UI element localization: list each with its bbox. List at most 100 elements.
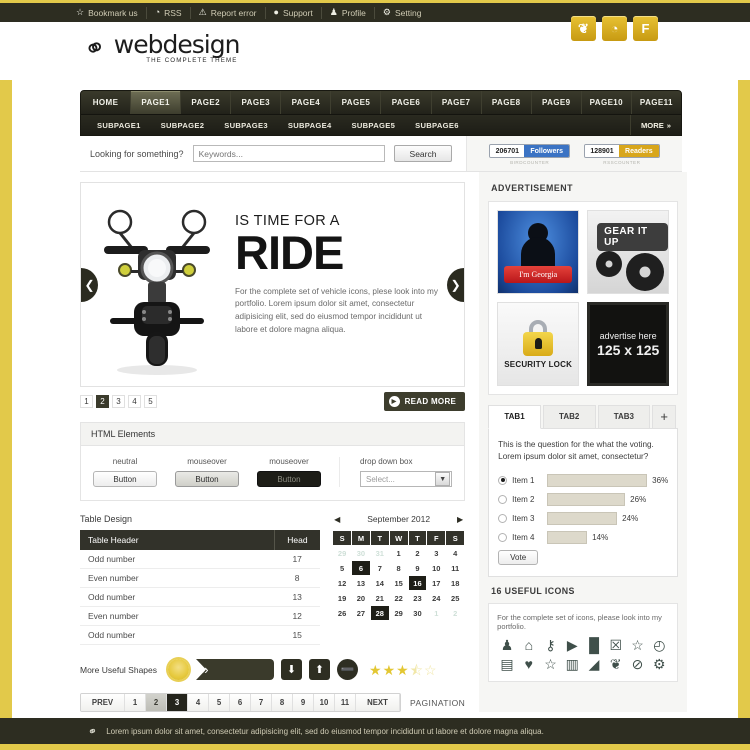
nav-subitem-subpage2[interactable]: SUBPAGE2	[151, 121, 215, 130]
user-icon[interactable]: ♟	[497, 638, 517, 652]
tag-icon[interactable]: ◢	[584, 657, 604, 671]
nav-subitem-subpage6[interactable]: SUBPAGE6	[405, 121, 469, 130]
calendar-day-17[interactable]: 17	[427, 576, 445, 590]
ui-button-dark[interactable]: Button	[257, 471, 321, 487]
ui-button-hover[interactable]: Button	[175, 471, 239, 487]
read-more-button[interactable]: ▶ READ MORE	[383, 392, 466, 411]
nav-item-page10[interactable]: PAGE10	[582, 91, 632, 114]
pagination-page-8[interactable]: 8	[272, 694, 293, 711]
calendar-day-6[interactable]: 6	[352, 561, 370, 575]
block-icon[interactable]: ⊘	[628, 657, 648, 671]
topbar-link-3[interactable]: ● Support	[266, 6, 322, 19]
tab-tab1[interactable]: TAB1	[488, 405, 541, 429]
pagination-page-5[interactable]: 5	[209, 694, 230, 711]
calendar-day-18[interactable]: 18	[446, 576, 464, 590]
slider-dot-3[interactable]: 3	[112, 395, 125, 408]
calendar-day-1[interactable]: 1	[427, 606, 445, 620]
calendar-day-19[interactable]: 19	[333, 591, 351, 605]
calendar-day-3[interactable]: 3	[427, 546, 445, 560]
slider-dot-1[interactable]: 1	[80, 395, 93, 408]
nav-subitem-subpage3[interactable]: SUBPAGE3	[214, 121, 278, 130]
gear-ad[interactable]: GEAR IT UP	[587, 210, 670, 294]
poll-radio-2[interactable]	[498, 494, 508, 504]
calendar-day-25[interactable]: 25	[446, 591, 464, 605]
search-input[interactable]	[192, 145, 385, 162]
calendar-next-button[interactable]: ▶	[457, 515, 463, 524]
facebook-icon[interactable]: F	[633, 16, 658, 41]
slider-dot-4[interactable]: 4	[128, 395, 141, 408]
security-lock-ad[interactable]: SECURITY LOCK	[497, 302, 580, 386]
calendar-day-30[interactable]: 30	[352, 546, 370, 560]
calendar-day-29[interactable]: 29	[333, 546, 351, 560]
calendar-day-27[interactable]: 27	[352, 606, 370, 620]
nav-subitem-subpage4[interactable]: SUBPAGE4	[278, 121, 342, 130]
slider-dot-2[interactable]: 2	[96, 395, 109, 408]
calendar-day-20[interactable]: 20	[352, 591, 370, 605]
calendar-day-21[interactable]: 21	[371, 591, 389, 605]
calendar-day-5[interactable]: 5	[333, 561, 351, 575]
calendar-day-31[interactable]: 31	[371, 546, 389, 560]
topbar-link-2[interactable]: ⚠ Report error	[191, 6, 266, 19]
nav-item-page5[interactable]: PAGE5	[331, 91, 382, 114]
pagination-page-4[interactable]: 4	[188, 694, 209, 711]
compass-icon[interactable]: ◴	[649, 638, 669, 652]
twitter-icon[interactable]: ❦	[571, 16, 596, 41]
nav-item-page3[interactable]: PAGE3	[231, 91, 282, 114]
nav-item-page6[interactable]: PAGE6	[381, 91, 432, 114]
pagination-page-2[interactable]: 2	[146, 694, 167, 711]
arrow-down-icon[interactable]: ⬇	[281, 659, 303, 680]
calendar-day-7[interactable]: 7	[371, 561, 389, 575]
calendar-day-16[interactable]: 16	[408, 576, 427, 590]
star-icon[interactable]: ☆	[541, 657, 561, 671]
topbar-link-5[interactable]: ⚙ Setting	[375, 7, 430, 19]
pagination-page-7[interactable]: 7	[251, 694, 272, 711]
calendar-day-23[interactable]: 23	[409, 591, 427, 605]
calendar-prev-button[interactable]: ◀	[334, 515, 340, 524]
nav-item-page7[interactable]: PAGE7	[432, 91, 482, 114]
calendar-day-11[interactable]: 11	[446, 561, 464, 575]
arrow-up-icon[interactable]: ⬆	[309, 659, 331, 680]
nav-item-page11[interactable]: PAGE11	[632, 91, 681, 114]
nav-item-page4[interactable]: PAGE4	[281, 91, 332, 114]
home-icon[interactable]: ⌂	[519, 638, 539, 652]
tab-tab2[interactable]: TAB2	[542, 405, 596, 428]
nav-item-page9[interactable]: PAGE9	[532, 91, 582, 114]
vote-button[interactable]: Vote	[498, 549, 539, 565]
nav-item-page1[interactable]: PAGE1	[131, 91, 182, 114]
calendar-day-2[interactable]: 2	[446, 606, 464, 620]
pagination-page-1[interactable]: 1	[125, 694, 146, 711]
pagination-page-3[interactable]: 3	[167, 694, 188, 711]
calendar-day-12[interactable]: 12	[333, 576, 351, 590]
notebook-icon[interactable]: ▥	[562, 657, 582, 671]
bird-icon[interactable]: ❦	[606, 657, 626, 671]
trash-icon[interactable]: ☒	[606, 638, 626, 652]
add-tab-icon[interactable]: +	[652, 405, 677, 428]
star-outline-icon[interactable]: ☆	[628, 638, 648, 652]
nav-more-button[interactable]: MORE »	[629, 115, 681, 135]
search-button[interactable]: Search	[394, 145, 452, 162]
video-camera-icon[interactable]: ▶	[562, 638, 582, 652]
bar-chart-icon[interactable]: █	[584, 638, 604, 652]
topbar-link-1[interactable]: ◔ RSS	[147, 6, 191, 19]
poll-radio-4[interactable]	[498, 532, 508, 542]
topbar-link-0[interactable]: ☆ Bookmark us	[68, 6, 147, 19]
slider-dot-5[interactable]: 5	[144, 395, 157, 408]
nav-item-page8[interactable]: PAGE8	[482, 91, 532, 114]
advertise-here-ad[interactable]: advertise here 125 x 125	[587, 302, 670, 386]
nav-item-page2[interactable]: PAGE2	[181, 91, 232, 114]
calendar-day-28[interactable]: 28	[370, 606, 389, 620]
calendar-day-1[interactable]: 1	[390, 546, 408, 560]
pagination-page-6[interactable]: 6	[230, 694, 251, 711]
document-icon[interactable]: ▤	[497, 657, 517, 671]
key-icon[interactable]: ⚷	[541, 638, 561, 652]
logo[interactable]: ⚭ webdesign THE COMPLETE THEME	[80, 30, 241, 66]
calendar-day-10[interactable]: 10	[427, 561, 445, 575]
dropdown-select[interactable]: Select... ▼	[360, 471, 453, 487]
calendar-day-30[interactable]: 30	[409, 606, 427, 620]
pagination-next[interactable]: NEXT	[356, 694, 400, 711]
calendar-day-8[interactable]: 8	[390, 561, 408, 575]
calendar-day-14[interactable]: 14	[371, 576, 389, 590]
pagination-page-10[interactable]: 10	[314, 694, 335, 711]
calendar-day-4[interactable]: 4	[446, 546, 464, 560]
georgia-ad[interactable]: I'm Georgia	[497, 210, 580, 294]
